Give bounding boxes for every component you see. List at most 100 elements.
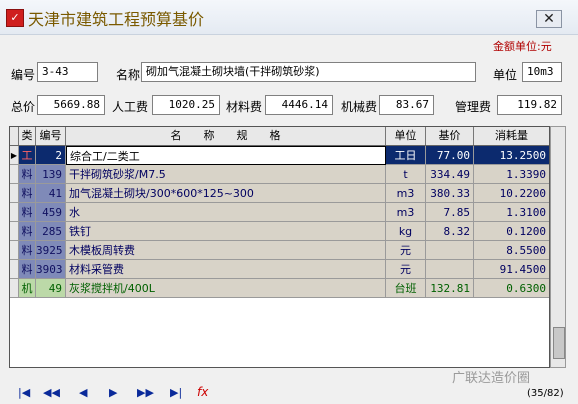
- code-cell: 3903: [36, 260, 66, 279]
- header-indicator: [10, 127, 19, 145]
- code-cell: 49: [36, 279, 66, 298]
- unit-cell: 元: [386, 241, 426, 260]
- next-record-button[interactable]: ▶: [109, 386, 117, 399]
- type-cell: 料: [19, 184, 36, 203]
- type-cell: 料: [19, 203, 36, 222]
- table-row[interactable]: 料 3925 木模板周转费 元 8.5500: [10, 241, 549, 260]
- base-price-cell: 7.85: [426, 203, 474, 222]
- header-name[interactable]: 名 称 规 格: [66, 127, 386, 145]
- labor-cost-label: 人工费: [112, 100, 149, 114]
- header-consumption[interactable]: 消耗量: [474, 127, 549, 145]
- unit-cell: m3: [386, 184, 426, 203]
- close-button[interactable]: ✕: [536, 10, 562, 28]
- current-row-indicator: ▶: [10, 146, 19, 165]
- header-base-price[interactable]: 基价: [426, 127, 474, 145]
- watermark: 广联达造价圈: [452, 371, 531, 386]
- type-cell: 机: [19, 279, 36, 298]
- name-field[interactable]: 砌加气混凝土砌块墙(干拌砌筑砂浆): [141, 62, 476, 82]
- code-field[interactable]: 3-43: [37, 62, 98, 82]
- name-cell[interactable]: 木模板周转费: [66, 241, 386, 260]
- header-code[interactable]: 编号: [36, 127, 66, 145]
- total-label: 总价: [11, 100, 36, 114]
- base-price-cell: [426, 241, 474, 260]
- name-cell[interactable]: 铁钉: [66, 222, 386, 241]
- unit-cell: 台班: [386, 279, 426, 298]
- resource-table: 类 编号 名 称 规 格 单位 基价 消耗量 ▶ 工 2 综合工/二类工 工日 …: [9, 126, 550, 368]
- last-record-button[interactable]: ▶|: [170, 386, 182, 399]
- consumption-cell: 0.1200: [474, 222, 549, 241]
- header-unit[interactable]: 单位: [386, 127, 426, 145]
- unit-cell: kg: [386, 222, 426, 241]
- name-cell[interactable]: 综合工/二类工: [66, 146, 386, 165]
- code-cell: 285: [36, 222, 66, 241]
- window-title: 天津市建筑工程预算基价: [28, 10, 205, 29]
- table-row[interactable]: 料 139 干拌砌筑砂浆/M7.5 t 334.49 1.3390: [10, 165, 549, 184]
- app-icon: ✓: [6, 9, 24, 27]
- management-fee-field[interactable]: 119.82: [497, 95, 562, 115]
- table-header: 类 编号 名 称 规 格 单位 基价 消耗量: [10, 127, 549, 146]
- header-type[interactable]: 类: [19, 127, 36, 145]
- row-indicator: [10, 279, 19, 298]
- consumption-cell: 1.3390: [474, 165, 549, 184]
- base-price-cell: 132.81: [426, 279, 474, 298]
- row-indicator: [10, 260, 19, 279]
- name-cell[interactable]: 材料采管费: [66, 260, 386, 279]
- name-label: 名称: [116, 68, 141, 82]
- name-cell[interactable]: 水: [66, 203, 386, 222]
- row-indicator: [10, 165, 19, 184]
- type-cell: 料: [19, 260, 36, 279]
- unit-cell: m3: [386, 203, 426, 222]
- row-indicator: [10, 203, 19, 222]
- next-page-button[interactable]: ▶▶: [137, 386, 154, 399]
- machine-cost-field[interactable]: 83.67: [379, 95, 434, 115]
- vertical-scrollbar[interactable]: [550, 126, 566, 368]
- row-indicator: [10, 184, 19, 203]
- type-cell: 工: [19, 146, 36, 165]
- name-cell[interactable]: 灰浆搅拌机/400L: [66, 279, 386, 298]
- table-row[interactable]: 料 459 水 m3 7.85 1.3100: [10, 203, 549, 222]
- total-field[interactable]: 5669.88: [37, 95, 105, 115]
- management-fee-label: 管理费: [455, 100, 492, 114]
- code-cell: 3925: [36, 241, 66, 260]
- base-price-cell: 8.32: [426, 222, 474, 241]
- type-cell: 料: [19, 222, 36, 241]
- base-price-cell: 334.49: [426, 165, 474, 184]
- table-row[interactable]: 料 285 铁钉 kg 8.32 0.1200: [10, 222, 549, 241]
- previous-page-button[interactable]: ◀◀: [43, 386, 60, 399]
- base-price-cell: [426, 260, 474, 279]
- material-cost-label: 材料费: [226, 100, 263, 114]
- consumption-cell: 8.5500: [474, 241, 549, 260]
- unit-label: 单位: [493, 68, 518, 82]
- unit-field[interactable]: 10m3: [522, 62, 562, 82]
- title-bar: ✓ 天津市建筑工程预算基价 ✕: [0, 0, 578, 35]
- type-cell: 料: [19, 241, 36, 260]
- machine-cost-label: 机械费: [341, 100, 378, 114]
- first-record-button[interactable]: |◀: [18, 386, 30, 399]
- type-cell: 料: [19, 165, 36, 184]
- scrollbar-thumb[interactable]: [553, 327, 565, 359]
- name-cell[interactable]: 加气混凝土砌块/300*600*125~300: [66, 184, 386, 203]
- table-row[interactable]: ▶ 工 2 综合工/二类工 工日 77.00 13.2500: [10, 146, 549, 165]
- currency-unit-note: 金额单位:元: [493, 40, 552, 53]
- code-cell: 2: [36, 146, 66, 165]
- code-label: 编号: [11, 68, 36, 82]
- table-row[interactable]: 料 3903 材料采管费 元 91.4500: [10, 260, 549, 279]
- unit-cell: 工日: [386, 146, 426, 165]
- base-price-cell: 77.00: [426, 146, 474, 165]
- code-cell: 41: [36, 184, 66, 203]
- row-indicator: [10, 241, 19, 260]
- formula-icon[interactable]: fx: [197, 385, 208, 399]
- unit-cell: t: [386, 165, 426, 184]
- base-price-cell: 380.33: [426, 184, 474, 203]
- consumption-cell: 0.6300: [474, 279, 549, 298]
- labor-cost-field[interactable]: 1020.25: [152, 95, 220, 115]
- table-row[interactable]: 料 41 加气混凝土砌块/300*600*125~300 m3 380.33 1…: [10, 184, 549, 203]
- consumption-cell: 91.4500: [474, 260, 549, 279]
- name-cell[interactable]: 干拌砌筑砂浆/M7.5: [66, 165, 386, 184]
- previous-record-button[interactable]: ◀: [79, 386, 87, 399]
- material-cost-field[interactable]: 4446.14: [265, 95, 333, 115]
- consumption-cell: 1.3100: [474, 203, 549, 222]
- unit-cell: 元: [386, 260, 426, 279]
- record-counter: (35/82): [527, 388, 564, 399]
- table-row[interactable]: 机 49 灰浆搅拌机/400L 台班 132.81 0.6300: [10, 279, 549, 298]
